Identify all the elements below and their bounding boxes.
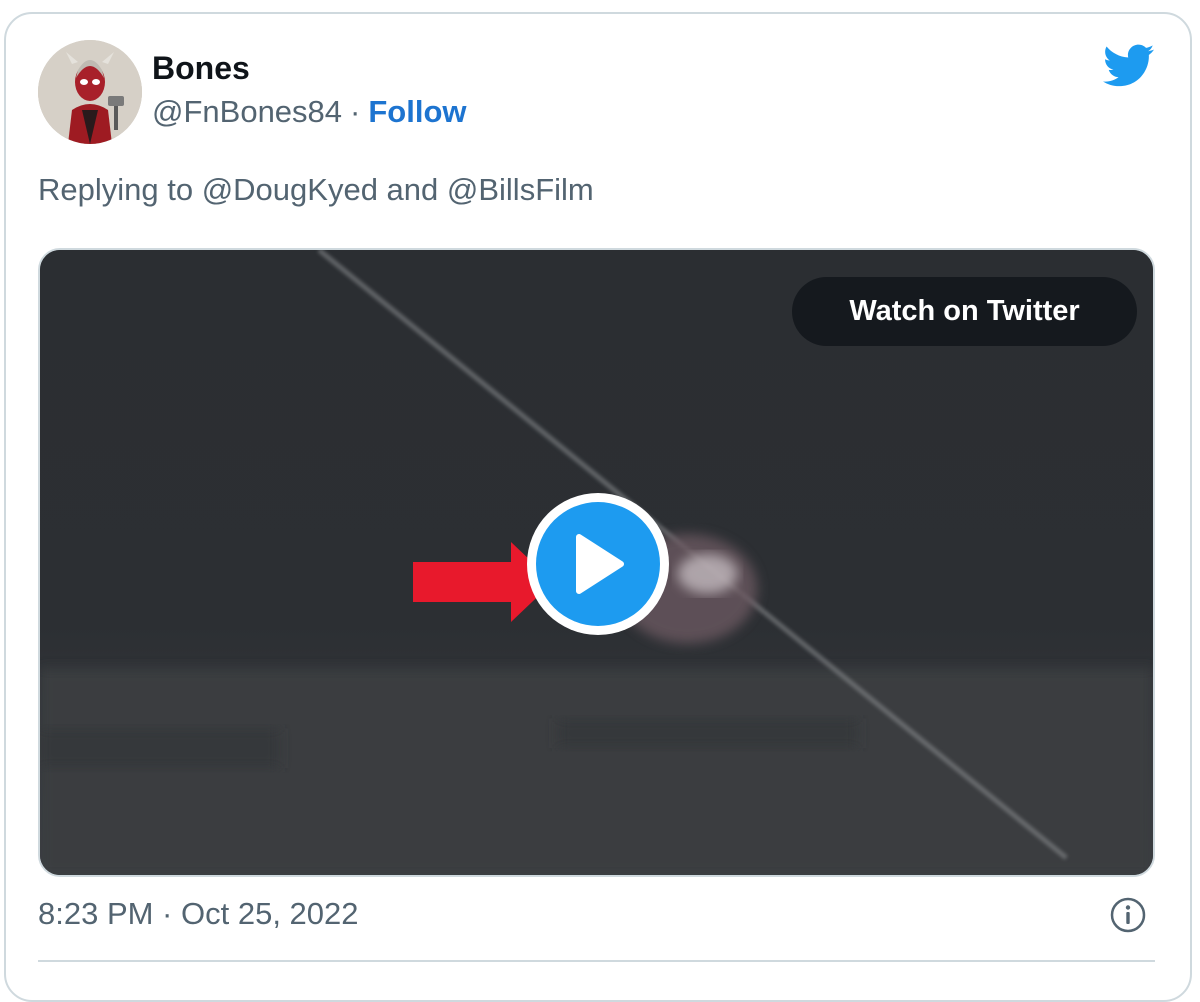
info-icon[interactable]	[1110, 897, 1146, 933]
play-button[interactable]	[527, 493, 669, 635]
follow-button[interactable]: Follow	[368, 94, 466, 129]
handle-row: @FnBones84 · Follow	[152, 94, 467, 130]
video-player[interactable]: Watch on Twitter	[38, 248, 1155, 877]
tweet-timestamp[interactable]: 8:23 PM · Oct 25, 2022	[38, 896, 359, 932]
watch-on-twitter-button[interactable]: Watch on Twitter	[792, 277, 1137, 346]
separator-dot: ·	[350, 94, 361, 129]
play-button-circle	[536, 502, 660, 626]
display-name[interactable]: Bones	[152, 50, 250, 87]
footer-divider	[38, 960, 1155, 962]
reply-context: Replying to @DougKyed and @BillsFilm	[38, 172, 594, 207]
avatar[interactable]	[38, 40, 142, 144]
twitter-bird-icon[interactable]	[1103, 44, 1155, 88]
play-icon	[576, 534, 624, 594]
avatar-image	[38, 40, 142, 144]
user-handle[interactable]: @FnBones84	[152, 94, 342, 129]
